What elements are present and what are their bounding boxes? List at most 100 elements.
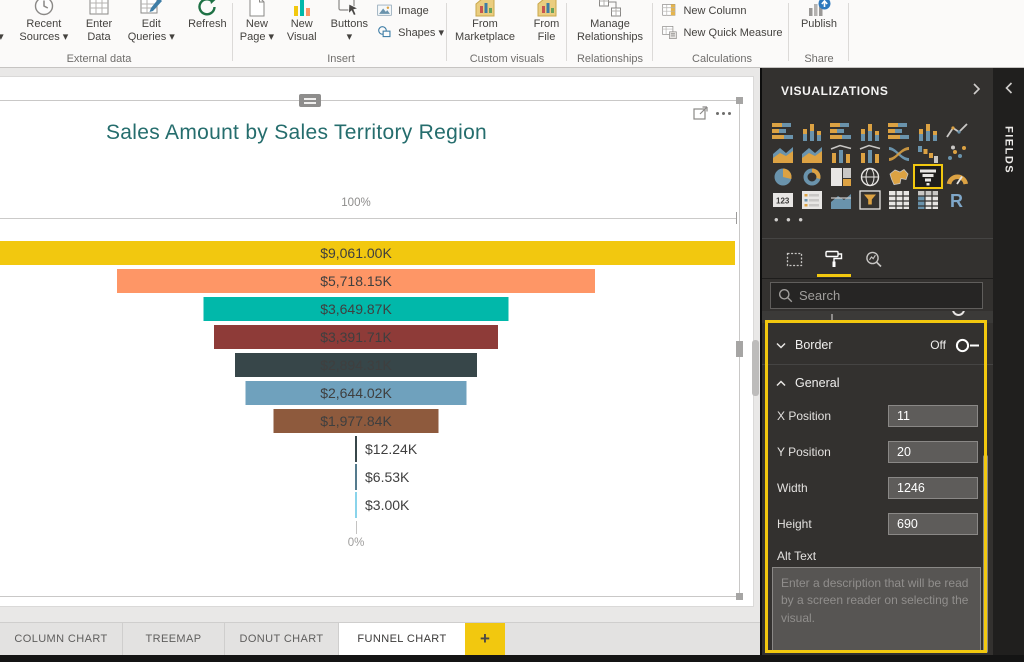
filled-map-icon[interactable] <box>886 166 912 187</box>
canvas-scrollbar[interactable] <box>752 340 759 396</box>
resize-handle-top-right[interactable] <box>736 97 743 104</box>
funnel-bar-row[interactable]: $2,894.31K <box>0 351 739 379</box>
clustered-bar-chart-icon[interactable] <box>828 120 854 141</box>
line-chart-icon[interactable] <box>944 120 970 141</box>
funnel-visual[interactable]: Sales Amount by Sales Territory Region 1… <box>0 100 740 597</box>
funnel-chart-icon[interactable] <box>915 166 941 187</box>
shapes-icon <box>376 25 393 40</box>
slicer-icon[interactable] <box>857 189 883 210</box>
funnel-bar-row[interactable]: $5,718.15K <box>0 267 739 295</box>
ribbon-button-manage-relationships[interactable]: ManageRelationships <box>570 0 650 44</box>
search-input[interactable] <box>799 288 975 303</box>
funnel-bar-row[interactable]: $9,061.00K <box>0 239 739 267</box>
funnel-bar-row[interactable]: $2,644.02K <box>0 379 739 407</box>
multi-row-card-icon[interactable] <box>799 189 825 210</box>
ribbon-button-image[interactable]: Image <box>376 3 444 18</box>
funnel-bar-row[interactable]: $3,391.71K <box>0 323 739 351</box>
funnel-bar[interactable] <box>355 464 357 490</box>
x-position-label: X Position <box>777 409 831 423</box>
page-tab-treemap[interactable]: TREEMAP <box>123 623 225 655</box>
funnel-bar-row[interactable]: $1,977.84K <box>0 407 739 435</box>
page-tab-column-chart[interactable]: COLUMN CHART <box>0 623 123 655</box>
ribbon-button-new-quick-measure[interactable]: New Quick Measure <box>661 25 782 40</box>
gauge-icon[interactable] <box>944 166 970 187</box>
enter-data-icon <box>87 0 111 15</box>
ribbon-separator <box>446 3 447 61</box>
fields-strip-label[interactable]: FIELDS <box>1003 126 1015 174</box>
stacked-area-chart-icon[interactable] <box>799 143 825 164</box>
ribbon-button-refresh[interactable]: Refresh <box>183 0 232 31</box>
ribbon-button-publish[interactable]: Publish <box>795 0 843 31</box>
funnel-bar-row[interactable]: $12.24K <box>0 435 739 463</box>
format-pane-scrollbar[interactable] <box>983 455 988 653</box>
section-border[interactable]: Border Off <box>762 330 993 360</box>
refresh-icon <box>195 0 219 15</box>
line-stacked-column-combo-icon[interactable] <box>857 143 883 164</box>
ribbon-group-calculations: New ColumnNew Quick MeasureCalculations <box>656 0 788 66</box>
focus-mode-icon[interactable] <box>693 106 709 125</box>
ribbon-button-from-file[interactable]: FromFile <box>527 0 566 44</box>
stacked-column-chart-icon[interactable] <box>799 120 825 141</box>
ribbon-button-enter-data[interactable]: EnterData <box>78 0 120 44</box>
card-icon[interactable]: 123 <box>770 189 796 210</box>
ribbon-button-shapes[interactable]: Shapes ▾ <box>376 25 444 40</box>
y-position-input[interactable] <box>888 441 978 463</box>
search-box[interactable] <box>770 282 983 309</box>
funnel-bar[interactable] <box>355 492 357 518</box>
alt-text-input[interactable] <box>772 567 981 653</box>
more-visuals-ellipsis-icon[interactable]: • • • <box>774 212 805 227</box>
tab-fields[interactable] <box>777 246 811 272</box>
table-icon[interactable] <box>886 189 912 210</box>
funnel-bar-label: $1,977.84K <box>0 413 739 429</box>
hundred-stacked-bar-chart-icon[interactable] <box>886 120 912 141</box>
more-options-icon[interactable] <box>716 112 731 115</box>
height-input[interactable] <box>888 513 978 535</box>
ribbon-button-buttons[interactable]: Buttons▾ <box>328 0 372 44</box>
matrix-icon[interactable] <box>915 189 941 210</box>
tab-format[interactable] <box>817 246 851 272</box>
section-general[interactable]: General <box>762 368 993 398</box>
drag-handle-icon[interactable] <box>299 94 321 107</box>
new-page-tab-button[interactable]: + <box>465 623 505 655</box>
funnel-bar[interactable] <box>355 436 357 462</box>
visual-title: Sales Amount by Sales Territory Region <box>106 121 487 145</box>
funnel-bar-row[interactable]: $6.53K <box>0 463 739 491</box>
ribbon-button-new-column[interactable]: New Column <box>661 3 782 18</box>
ribbon-button-from-marketplace[interactable]: FromMarketplace <box>448 0 522 44</box>
r-script-visual-icon[interactable]: R <box>944 189 970 210</box>
scatter-chart-icon[interactable] <box>944 143 970 164</box>
clustered-column-chart-icon[interactable] <box>857 120 883 141</box>
x-position-input[interactable] <box>888 405 978 427</box>
area-chart-icon[interactable] <box>770 143 796 164</box>
pie-chart-icon[interactable] <box>770 166 796 187</box>
width-input[interactable] <box>888 477 978 499</box>
ribbon-group-relationships: ManageRelationships Relationships <box>570 0 650 66</box>
hundred-stacked-column-chart-icon[interactable] <box>915 120 941 141</box>
page-tab-funnel-chart[interactable]: FUNNEL CHART <box>339 623 465 655</box>
ribbon-button-get-data[interactable]: GetData ▾ <box>0 0 10 44</box>
ribbon-button-edit-queries[interactable]: EditQueries ▾ <box>125 0 178 44</box>
ribbon-separator <box>652 3 653 61</box>
waterfall-chart-icon[interactable] <box>915 143 941 164</box>
expand-fields-icon[interactable] <box>1004 81 1013 99</box>
treemap-icon[interactable] <box>828 166 854 187</box>
ribbon-chart-icon[interactable] <box>886 143 912 164</box>
funnel-bar-row[interactable]: $3.00K <box>0 491 739 519</box>
tab-analytics[interactable] <box>857 246 891 272</box>
ribbon-button-recent-sources[interactable]: RecentSources ▾ <box>15 0 74 44</box>
ribbon-group-label: Relationships <box>570 53 650 65</box>
map-icon[interactable] <box>857 166 883 187</box>
scrolled-setting-row <box>762 311 993 323</box>
kpi-icon[interactable] <box>828 189 854 210</box>
collapse-panel-icon[interactable] <box>972 82 981 100</box>
donut-chart-icon[interactable] <box>799 166 825 187</box>
resize-handle-bottom-right[interactable] <box>736 593 743 600</box>
ribbon-button-new-page[interactable]: NewPage ▾ <box>238 0 276 44</box>
page-tab-donut-chart[interactable]: DONUT CHART <box>225 623 339 655</box>
line-clustered-column-combo-icon[interactable] <box>828 143 854 164</box>
funnel-bar-row[interactable]: $3,649.87K <box>0 295 739 323</box>
border-toggle[interactable] <box>955 338 981 353</box>
height-label: Height <box>777 517 812 531</box>
ribbon-button-new-visual[interactable]: NewVisual <box>281 0 323 44</box>
stacked-bar-chart-icon[interactable] <box>770 120 796 141</box>
